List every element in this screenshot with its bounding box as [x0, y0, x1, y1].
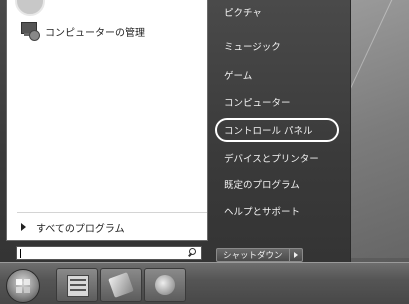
right-item-label: 既定のプログラム: [224, 180, 300, 191]
windows-orb-icon: [16, 279, 30, 293]
text-caret: [20, 249, 21, 258]
right-item-games[interactable]: ゲーム: [224, 67, 252, 83]
right-item-label: ヘルプとサポート: [224, 207, 301, 218]
taskbar: [0, 262, 409, 304]
all-programs-button[interactable]: すべてのプログラム: [21, 218, 125, 236]
right-item-control-panel[interactable]: コントロール パネル: [224, 122, 313, 138]
shutdown-button[interactable]: シャットダウン: [216, 248, 290, 262]
desktop-background: [346, 0, 409, 258]
explorer-icon: [67, 275, 89, 297]
right-item-devices-printers[interactable]: デバイスとプリンター: [224, 150, 319, 166]
right-item-help-support[interactable]: ヘルプとサポート: [224, 203, 300, 219]
start-menu: コンピューターの管理 すべてのプログラム ピクチャ ミュージック ゲーム コンピ…: [0, 0, 351, 262]
shutdown-button-group: シャットダウン: [216, 248, 303, 262]
desktop-streak: [346, 0, 409, 114]
all-programs-separator: [17, 212, 207, 213]
computer-management-icon: [19, 22, 40, 41]
right-item-label: デバイスとプリンター: [224, 154, 319, 165]
right-item-music[interactable]: ミュージック: [224, 38, 281, 54]
media-player-icon: [108, 272, 134, 298]
taskbar-paint-button[interactable]: [144, 268, 186, 302]
right-item-label: ミュージック: [224, 42, 281, 53]
shutdown-label: シャットダウン: [223, 251, 283, 261]
start-button[interactable]: [6, 269, 40, 303]
right-item-label: ゲーム: [224, 71, 253, 82]
right-item-default-programs[interactable]: 既定のプログラム: [224, 176, 300, 192]
pinned-item-label: コンピューターの管理: [45, 27, 145, 39]
arrow-right-icon: [21, 223, 26, 231]
right-item-label: コンピューター: [224, 98, 291, 109]
paint-icon: [155, 275, 175, 295]
shutdown-options-button[interactable]: [289, 248, 303, 262]
search-input[interactable]: [16, 246, 202, 260]
right-item-label: ピクチャ: [224, 8, 262, 19]
right-item-computer[interactable]: コンピューター: [224, 94, 291, 110]
right-item-pictures[interactable]: ピクチャ: [224, 4, 262, 20]
all-programs-label: すべてのプログラム: [36, 223, 125, 235]
user-picture[interactable]: [15, 0, 45, 16]
search-icon[interactable]: [187, 248, 197, 258]
arrow-right-icon: [293, 252, 298, 258]
start-menu-left-pane: コンピューターの管理 すべてのプログラム: [6, 0, 208, 241]
taskbar-media-button[interactable]: [100, 268, 142, 302]
taskbar-explorer-button[interactable]: [56, 268, 98, 302]
right-item-label: コントロール パネル: [224, 126, 313, 137]
pinned-item-computer-management[interactable]: コンピューターの管理: [19, 18, 145, 44]
